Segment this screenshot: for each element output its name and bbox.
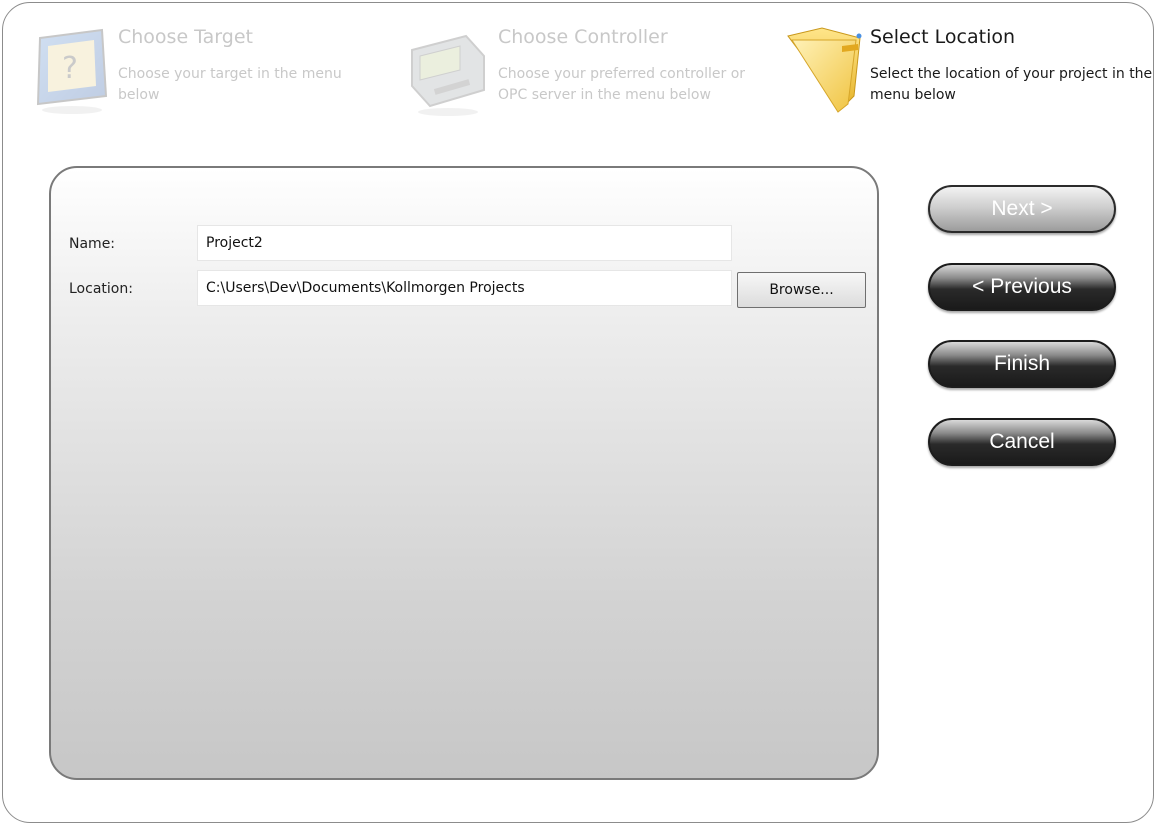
svg-text:?: ? [62, 51, 78, 86]
next-button[interactable]: Next > [928, 185, 1116, 233]
target-icon: ? [30, 26, 110, 116]
browse-button[interactable]: Browse... [737, 272, 866, 308]
step-description: Choose your target in the menu below [118, 66, 342, 103]
step-description: Choose your preferred controller or OPC … [498, 66, 746, 103]
cancel-button[interactable]: Cancel [928, 418, 1116, 466]
location-field[interactable] [197, 270, 732, 306]
controller-icon [408, 26, 488, 116]
step-description: Select the location of your project in t… [870, 66, 1153, 103]
location-label: Location: [69, 281, 133, 297]
name-field[interactable] [197, 225, 732, 261]
step-title: Select Location [870, 26, 1016, 48]
name-label: Name: [69, 236, 116, 252]
folder-icon [782, 26, 862, 116]
step-title: Choose Controller [498, 26, 668, 48]
finish-button[interactable]: Finish [928, 340, 1116, 388]
step-title: Choose Target [118, 26, 253, 48]
previous-button[interactable]: < Previous [928, 263, 1116, 311]
